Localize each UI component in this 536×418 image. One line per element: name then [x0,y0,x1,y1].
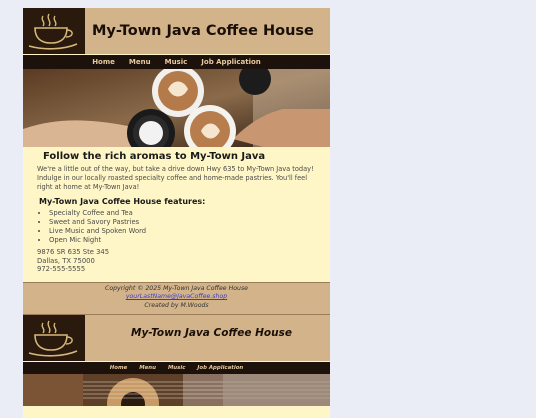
nav-music-link[interactable]: Music [158,55,195,69]
main-content: Follow the rich aromas to My-Town Java W… [23,147,330,274]
site-title: My-Town Java Coffee House [92,23,314,39]
guitar-image [23,373,330,406]
hero-image [23,69,330,147]
page-container: My-Town Java Coffee House Home Menu Musi… [23,8,330,418]
nav-menu-link[interactable]: Menu [122,55,158,69]
address-city: Dallas, TX 75000 [37,256,95,265]
features-heading: My-Town Java Coffee House features: [39,197,206,206]
address-street: 9876 SR 635 Ste 345 [37,248,110,256]
intro-paragraph: We're a little out of the way, but take … [37,165,314,191]
nav-menu-link[interactable]: Menu [133,362,162,374]
credit-text: Created by M.Woods [144,301,209,309]
nav-music-link[interactable]: Music [162,362,191,374]
nav-home-link[interactable]: Home [85,55,122,69]
secondary-nav: Home Menu Music Job Application [23,361,330,374]
coffee-cup-logo-icon [23,8,85,54]
main-heading: Follow the rich aromas to My-Town Java [43,151,266,162]
nav-job-application-link[interactable]: Job Application [194,55,268,69]
main-nav: Home Menu Music Job Application [23,55,330,69]
list-item: Live Music and Spoken Word [49,227,316,236]
nav-home-link[interactable]: Home [104,362,134,374]
nav-job-application-link[interactable]: Job Application [191,362,249,374]
features-list: Specialty Coffee and Tea Sweet and Savor… [37,209,316,245]
site-title-secondary: My-Town Java Coffee House [131,326,292,339]
site-header: My-Town Java Coffee House [23,8,330,54]
address-phone: 972-555-5555 [37,265,86,274]
site-footer: Copyright © 2025 My-Town Java Coffee Hou… [23,281,330,314]
list-item: Specialty Coffee and Tea [49,209,316,218]
list-item: Open Mic Night [49,236,316,245]
address-block: 9876 SR 635 Ste 345 Dallas, TX 75000 972… [37,248,316,274]
site-header-secondary: My-Town Java Coffee House [23,313,330,361]
email-link[interactable]: yourLastName@JavaCoffee.shop [126,293,227,300]
coffee-cup-logo-icon [23,314,85,361]
list-item: Sweet and Savory Pastries [49,218,316,227]
